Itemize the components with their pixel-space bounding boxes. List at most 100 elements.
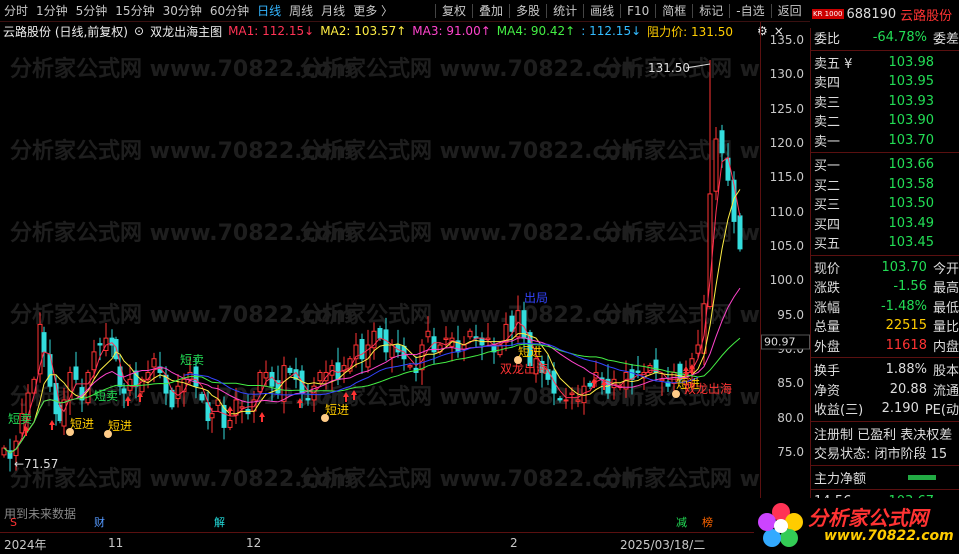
watermark-text: 分析家公式网 www.70822.com bbox=[300, 302, 644, 328]
kline-chart[interactable]: 分析家公式网 www.70822.com分析家公式网 www.70822.com… bbox=[0, 40, 760, 532]
asks-row: 卖三 103.93 bbox=[811, 92, 959, 112]
stats2-value: 1.88% bbox=[885, 362, 927, 378]
bids-row: 买二 103.58 bbox=[811, 175, 959, 195]
tool-watchlist-button[interactable]: -自选 bbox=[732, 2, 768, 19]
stats2-row: 换手 1.88% 股本 bbox=[811, 360, 959, 380]
time-label: 2 bbox=[510, 536, 518, 550]
stock-header: KR 1000 688190 云路股份 bbox=[810, 0, 959, 28]
candle-body bbox=[389, 344, 395, 358]
tool-overlay-button[interactable]: 叠加 bbox=[475, 2, 507, 19]
period-more[interactable]: 更多 〉 bbox=[349, 0, 397, 22]
asks-value: 103.95 bbox=[888, 74, 935, 90]
candle-body bbox=[509, 315, 515, 332]
period-60min[interactable]: 60分钟 bbox=[206, 0, 253, 22]
signal-layer: 131.50←71.57用到未来数据短卖 短进 短进短卖短进短卖短进出局双龙出海短进… bbox=[4, 61, 732, 529]
tool-simple-frame-button[interactable]: 简框 bbox=[658, 2, 690, 19]
hand-pointer-icon bbox=[321, 414, 329, 422]
price-tick: 125.0 bbox=[769, 101, 804, 116]
candle-body bbox=[175, 385, 181, 400]
signal-label: 短卖 bbox=[8, 412, 32, 426]
hand-pointer-icon bbox=[672, 390, 680, 398]
tool-mark-button[interactable]: 标记 bbox=[695, 2, 727, 19]
period-5min[interactable]: 5分钟 bbox=[72, 0, 112, 22]
toolbar-divider bbox=[546, 3, 548, 18]
period-fenshi[interactable]: 分时 bbox=[0, 0, 32, 22]
toolbar-divider bbox=[620, 3, 622, 18]
event-marker: 减 bbox=[676, 516, 687, 529]
stats-value: 22515 bbox=[885, 318, 927, 334]
period-monthly[interactable]: 月线 bbox=[317, 0, 349, 22]
stats-extra: 最高 bbox=[932, 281, 959, 297]
candle-body bbox=[635, 370, 641, 373]
bids-row: 买四 103.49 bbox=[811, 214, 959, 234]
indicator-dropdown-icon[interactable]: ⊙ bbox=[134, 24, 144, 38]
period-1min[interactable]: 1分钟 bbox=[32, 0, 72, 22]
time-label: 11 bbox=[108, 536, 124, 550]
quote-panel: 委比 -64.78% 委差 卖五 ¥ 103.98 卖四 103.95 卖三 103.93… bbox=[810, 28, 959, 554]
bids-row: 买三 103.50 bbox=[811, 194, 959, 214]
stock-name: 云路股份 bbox=[900, 8, 953, 24]
tool-fuquan-button[interactable]: 复权 bbox=[438, 2, 470, 19]
event-marker: 解 bbox=[214, 515, 225, 529]
stats-label: 涨幅 bbox=[814, 300, 841, 316]
period-daily[interactable]: 日线 bbox=[253, 0, 285, 22]
candle-body bbox=[467, 330, 473, 338]
stats-row: 现价 103.70 今开 bbox=[811, 258, 959, 278]
logo-url: www.70822.com bbox=[824, 528, 954, 544]
divider bbox=[811, 420, 959, 422]
candle-body bbox=[719, 130, 725, 154]
stats-extra: 量比 bbox=[932, 320, 959, 336]
candle-body bbox=[713, 138, 719, 192]
divider bbox=[811, 49, 959, 51]
tool-draw-button[interactable]: 画线 bbox=[586, 2, 618, 19]
tool-back-button[interactable]: 返回 bbox=[774, 2, 806, 19]
candle-body bbox=[443, 337, 449, 341]
stats-label: 总量 bbox=[814, 320, 841, 336]
tool-stats-button[interactable]: 统计 bbox=[549, 2, 581, 19]
stats2-value: 2.190 bbox=[881, 401, 919, 417]
main-flow-label: 主力净额 bbox=[814, 471, 867, 487]
price-tick: 110.0 bbox=[769, 204, 804, 219]
candle-body bbox=[41, 332, 47, 353]
watermark-text: 分析家公式网 www.70822.com bbox=[300, 220, 644, 246]
period-weekly[interactable]: 周线 bbox=[285, 0, 317, 22]
event-marker: 财 bbox=[94, 515, 105, 529]
period-toolbar: 分时 1分钟 5分钟 15分钟 30分钟 60分钟 日线 周线 月线 更多 〉 … bbox=[0, 0, 810, 22]
bids-row: 买五 103.45 bbox=[811, 233, 959, 253]
stats-value: -1.48% bbox=[880, 298, 927, 314]
signal-label: 双龙出海 bbox=[684, 381, 732, 396]
asks-row: 卖二 103.90 bbox=[811, 111, 959, 131]
bids-label: 买二 bbox=[814, 178, 841, 194]
signal-label: 短进 bbox=[70, 417, 94, 431]
toolbar-divider bbox=[655, 3, 657, 18]
stats2-extra: 流通 bbox=[932, 383, 959, 399]
toolbar-divider bbox=[509, 3, 511, 18]
stats-extra: 最低 bbox=[932, 300, 959, 316]
tool-f10-button[interactable]: F10 bbox=[623, 4, 653, 18]
candle-body bbox=[287, 367, 293, 373]
candle-body bbox=[209, 413, 215, 419]
kr-badge: KR 1000 bbox=[812, 9, 844, 19]
stats2-extra: 股本 bbox=[932, 364, 959, 380]
candle-body bbox=[239, 406, 245, 409]
asks-value: 103.93 bbox=[888, 93, 935, 109]
candle-body bbox=[359, 339, 365, 360]
period-30min[interactable]: 30分钟 bbox=[159, 0, 206, 22]
bids-value: 103.66 bbox=[888, 157, 935, 173]
candle-body bbox=[407, 365, 413, 368]
candle-body bbox=[557, 398, 563, 401]
candle-body bbox=[145, 371, 151, 380]
watermark-text: 分析家公式网 www.70822.com bbox=[600, 220, 760, 246]
period-15min[interactable]: 15分钟 bbox=[111, 0, 158, 22]
indicator-name[interactable]: 双龙出海主图 bbox=[150, 23, 222, 40]
candle-body bbox=[587, 382, 593, 387]
stats2-row: 净资 20.88 流通 bbox=[811, 380, 959, 400]
divider bbox=[811, 152, 959, 153]
resistance-value: 阻力价: 131.50 bbox=[647, 24, 733, 39]
candle-body bbox=[257, 371, 263, 393]
bids-row: 买一 103.66 bbox=[811, 155, 959, 175]
tool-multistock-button[interactable]: 多股 bbox=[512, 2, 544, 19]
bids-value: 103.50 bbox=[888, 196, 935, 212]
candle-body bbox=[377, 328, 383, 339]
toolbar-divider bbox=[692, 3, 694, 18]
